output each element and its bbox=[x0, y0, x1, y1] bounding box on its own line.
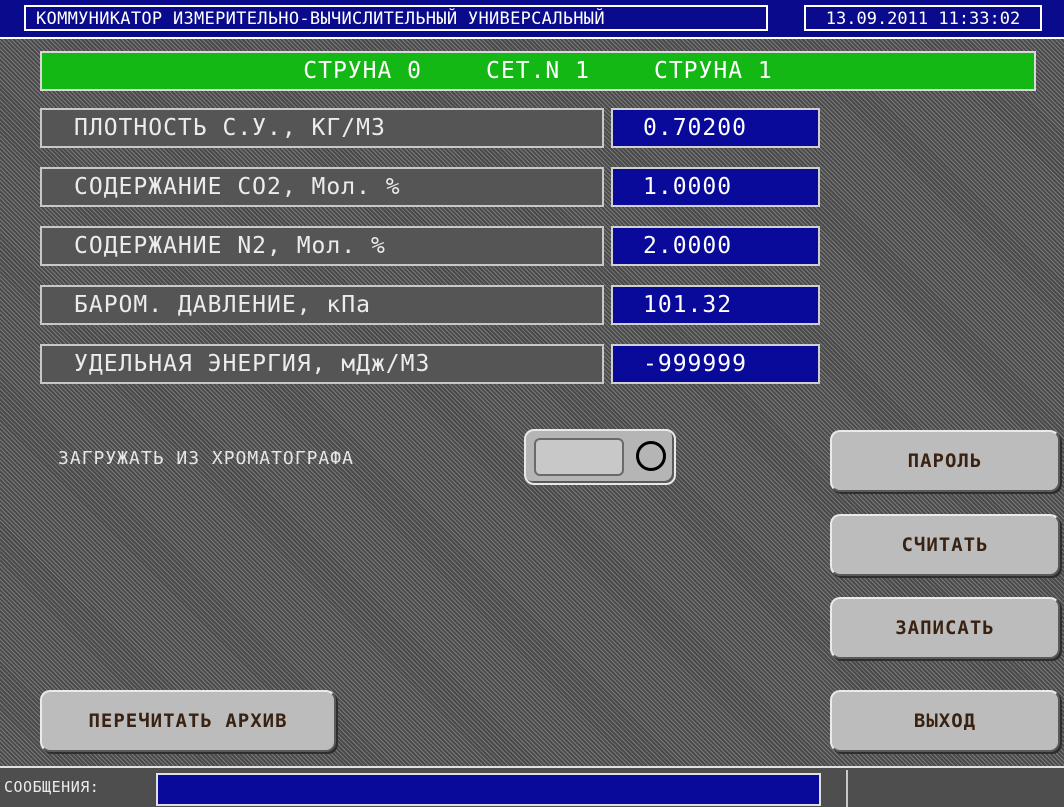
write-button[interactable]: ЗАПИСАТЬ bbox=[830, 597, 1060, 659]
status-bar: СООБЩЕНИЯ: bbox=[0, 766, 1064, 807]
title-bar: КОММУНИКАТОР ИЗМЕРИТЕЛЬНО-ВЫЧИСЛИТЕЛЬНЫЙ… bbox=[0, 0, 1064, 39]
password-button[interactable]: ПАРОЛЬ bbox=[830, 430, 1060, 492]
channel-header: СТРУНА 0 СЕТ.N 1 СТРУНА 1 bbox=[40, 51, 1036, 91]
co2-content-label: СОДЕРЖАНИЕ СО2, Мол. % bbox=[40, 167, 604, 207]
messages-field bbox=[156, 773, 821, 806]
datetime-display: 13.09.2011 11:33:02 bbox=[804, 5, 1042, 31]
specific-energy-value-field[interactable]: -999999 bbox=[611, 344, 820, 384]
toggle-knob bbox=[534, 438, 624, 476]
channel-right-label: СТРУНА 1 bbox=[653, 58, 773, 84]
channel-middle-label: СЕТ.N 1 bbox=[486, 58, 590, 84]
off-indicator-icon bbox=[636, 441, 666, 471]
co2-content-value-field[interactable]: 1.0000 bbox=[611, 167, 820, 207]
barometric-pressure-value-field[interactable]: 101.32 bbox=[611, 285, 820, 325]
barometric-pressure-label: БАРОМ. ДАВЛЕНИЕ, кПа bbox=[40, 285, 604, 325]
app-title: КОММУНИКАТОР ИЗМЕРИТЕЛЬНО-ВЫЧИСЛИТЕЛЬНЫЙ… bbox=[24, 5, 768, 31]
n2-content-label: СОДЕРЖАНИЕ N2, Мол. % bbox=[40, 226, 604, 266]
chromatograph-load-label: ЗАГРУЖАТЬ ИЗ ХРОМАТОГРАФА bbox=[58, 448, 354, 469]
n2-content-value-field[interactable]: 2.0000 bbox=[611, 226, 820, 266]
status-divider bbox=[846, 770, 848, 807]
density-label: ПЛОТНОСТЬ С.У., КГ/М3 bbox=[40, 108, 604, 148]
reread-archive-button[interactable]: ПЕРЕЧИТАТЬ АРХИВ bbox=[40, 690, 336, 752]
read-button[interactable]: СЧИТАТЬ bbox=[830, 514, 1060, 576]
chromatograph-toggle[interactable] bbox=[524, 429, 676, 485]
density-value-field[interactable]: 0.70200 bbox=[611, 108, 820, 148]
exit-button[interactable]: ВЫХОД bbox=[830, 690, 1060, 752]
messages-label: СООБЩЕНИЯ: bbox=[4, 778, 100, 796]
specific-energy-label: УДЕЛЬНАЯ ЭНЕРГИЯ, мДж/М3 bbox=[40, 344, 604, 384]
channel-left-label: СТРУНА 0 bbox=[303, 58, 423, 84]
